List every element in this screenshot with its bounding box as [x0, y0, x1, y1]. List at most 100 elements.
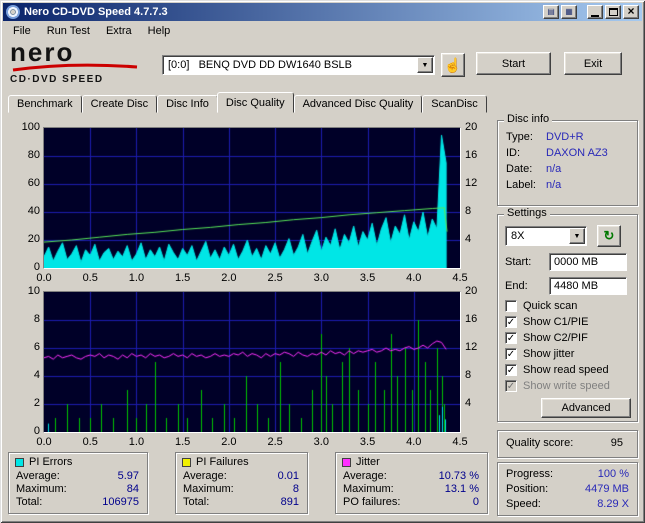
position-label: Position: [506, 483, 549, 495]
start-position-field[interactable]: 0000 MB [549, 253, 627, 271]
drive-selector[interactable]: [0:0] BENQ DVD DD DW1640 BSLB ▼ [162, 55, 435, 75]
speed-value: 8.29 X [597, 498, 629, 510]
tab-disc-quality[interactable]: Disc Quality [216, 92, 294, 113]
stat-label: Maximum: [343, 483, 394, 495]
axis-tick-label: 20 [27, 233, 40, 245]
advanced-button[interactable]: Advanced [541, 398, 631, 418]
menu-help[interactable]: Help [140, 23, 179, 39]
checkbox-show-read-speed[interactable]: ✓ Show read speed [505, 363, 609, 377]
tab-create-disc[interactable]: Create Disc [81, 95, 158, 113]
axis-tick-label: 2.0 [221, 272, 237, 284]
position-value: 4479 MB [584, 483, 629, 495]
axis-tick-label: 12 [465, 177, 478, 189]
checkbox-quick-scan[interactable]: Quick scan [505, 299, 577, 313]
stat-value: 8 [292, 483, 299, 495]
quality-score-box: Quality score: 95 [497, 430, 638, 458]
logo-swoosh [12, 63, 138, 72]
titlebar-extra-button-1[interactable]: ▤ [543, 5, 559, 19]
minimize-button[interactable] [587, 5, 603, 19]
titlebar-extra-button-2[interactable]: ▦ [561, 5, 577, 19]
titlebar[interactable]: Nero CD-DVD Speed 4.7.7.3 ▤ ▦ × [3, 3, 642, 21]
pi-errors-legend-swatch [15, 457, 24, 467]
axis-tick-label: 4.5 [452, 272, 468, 284]
start-position-label: Start: [505, 256, 532, 268]
axis-tick-label: 0 [33, 261, 40, 273]
axis-tick-label: 3.0 [313, 436, 329, 448]
disc-date-value: n/a [546, 163, 562, 175]
jitter-legend-swatch [342, 457, 351, 467]
tab-strip: Benchmark Create Disc Disc Info Disc Qua… [8, 92, 487, 113]
disc-info-group: Disc info Type: DVD+R ID: DAXON AZ3 Date: n… [497, 113, 638, 206]
axis-tick-label: 1.5 [175, 272, 191, 284]
checkbox-label: Show read speed [523, 364, 609, 376]
refresh-button[interactable]: ↻ [597, 225, 621, 247]
end-position-label: End: [505, 280, 528, 292]
axis-tick-label: 1.0 [128, 436, 145, 448]
disc-label-value: n/a [546, 179, 562, 191]
speed-label: Speed: [506, 498, 541, 510]
checkbox-label: Show C1/PIE [523, 316, 589, 328]
axis-tick-label: 4.0 [406, 436, 422, 448]
checkbox-show-jitter[interactable]: ✓ Show jitter [505, 347, 574, 361]
checkbox-label: Show C2/PIF [523, 332, 588, 344]
axis-tick-label: 10 [27, 285, 40, 297]
axis-tick-label: 0.5 [82, 436, 98, 448]
axis-tick-label: 3.5 [359, 272, 376, 284]
pi-errors-panel: PI Errors Average: 5.97 Maximum: 84 Total:… [8, 452, 148, 514]
stat-label: Average: [183, 470, 227, 482]
checkbox-label: Quick scan [523, 300, 578, 312]
axis-tick-label: 40 [27, 205, 40, 217]
scan-speed-select[interactable]: 8X ▼ [505, 226, 587, 246]
chevron-down-icon[interactable]: ▼ [417, 57, 433, 73]
checkbox-label: Show write speed [523, 380, 610, 392]
menu-bar: File Run Test Extra Help [3, 21, 642, 40]
axis-tick-label: 100 [21, 121, 40, 133]
axis-tick-label: 2.0 [221, 436, 237, 448]
stat-label: Total: [16, 496, 43, 508]
checkbox-show-c2-pif[interactable]: ✓ Show C2/PIF [505, 331, 588, 345]
axis-tick-label: 80 [27, 149, 40, 161]
tab-benchmark[interactable]: Benchmark [8, 95, 82, 113]
exit-button[interactable]: Exit [564, 52, 622, 75]
axis-tick-label: 0.0 [36, 436, 52, 448]
grid-icon: ▤ [547, 7, 555, 16]
axis-tick-label: 4.0 [406, 272, 422, 284]
maximize-button[interactable] [605, 5, 621, 19]
close-button[interactable]: × [623, 5, 639, 19]
quality-score-label: Quality score: [506, 437, 574, 449]
tab-scandisc[interactable]: ScanDisc [422, 95, 487, 113]
axis-tick-label: 60 [27, 177, 40, 189]
checkbox-show-c1-pie[interactable]: ✓ Show C1/PIE [505, 315, 588, 329]
checkbox-box: ✓ [505, 332, 517, 344]
checkbox-show-write-speed[interactable]: ✓ Show write speed [505, 379, 610, 393]
panel-icon: ▦ [565, 7, 573, 16]
disc-type-label: Type: [506, 131, 533, 143]
axis-tick-label: 4 [33, 369, 40, 381]
axis-tick-label: 8 [465, 369, 472, 381]
tab-advanced-disc-quality[interactable]: Advanced Disc Quality [293, 95, 423, 113]
axis-tick-label: 20 [465, 121, 478, 133]
tab-disc-info[interactable]: Disc Info [157, 95, 218, 113]
menu-extra[interactable]: Extra [98, 23, 140, 39]
pi-failures-title: PI Failures [196, 456, 249, 468]
logo-brand-text: nero [10, 37, 75, 67]
axis-tick-label: 2.5 [267, 272, 283, 284]
progress-value: 100 % [597, 468, 629, 480]
drive-select-button[interactable]: ☝ [441, 53, 465, 77]
end-position-field[interactable]: 4480 MB [549, 277, 627, 295]
pi-failures-legend-swatch [182, 457, 191, 467]
nero-logo: nero CD·DVD SPEED [10, 37, 160, 89]
stat-value: 13.1 % [444, 483, 479, 495]
axis-tick-label: 4 [465, 397, 472, 409]
axis-tick-label: 4 [465, 233, 472, 245]
chevron-down-icon[interactable]: ▼ [569, 228, 585, 244]
start-button[interactable]: Start [476, 52, 551, 75]
window-title: Nero CD-DVD Speed 4.7.7.3 [24, 6, 168, 18]
progress-box: Progress: 100 % Position: 4479 MB Speed: 8.… [497, 462, 638, 516]
disc-label-label: Label: [506, 179, 536, 191]
stat-value: 5.97 [117, 470, 139, 482]
jitter-panel: Jitter Average: 10.73 % Maximum: 13.1 % PO… [335, 452, 488, 514]
jitter-title: Jitter [356, 456, 380, 468]
logo-product-text: CD·DVD SPEED [10, 74, 104, 85]
disc-type-value: DVD+R [546, 131, 584, 143]
